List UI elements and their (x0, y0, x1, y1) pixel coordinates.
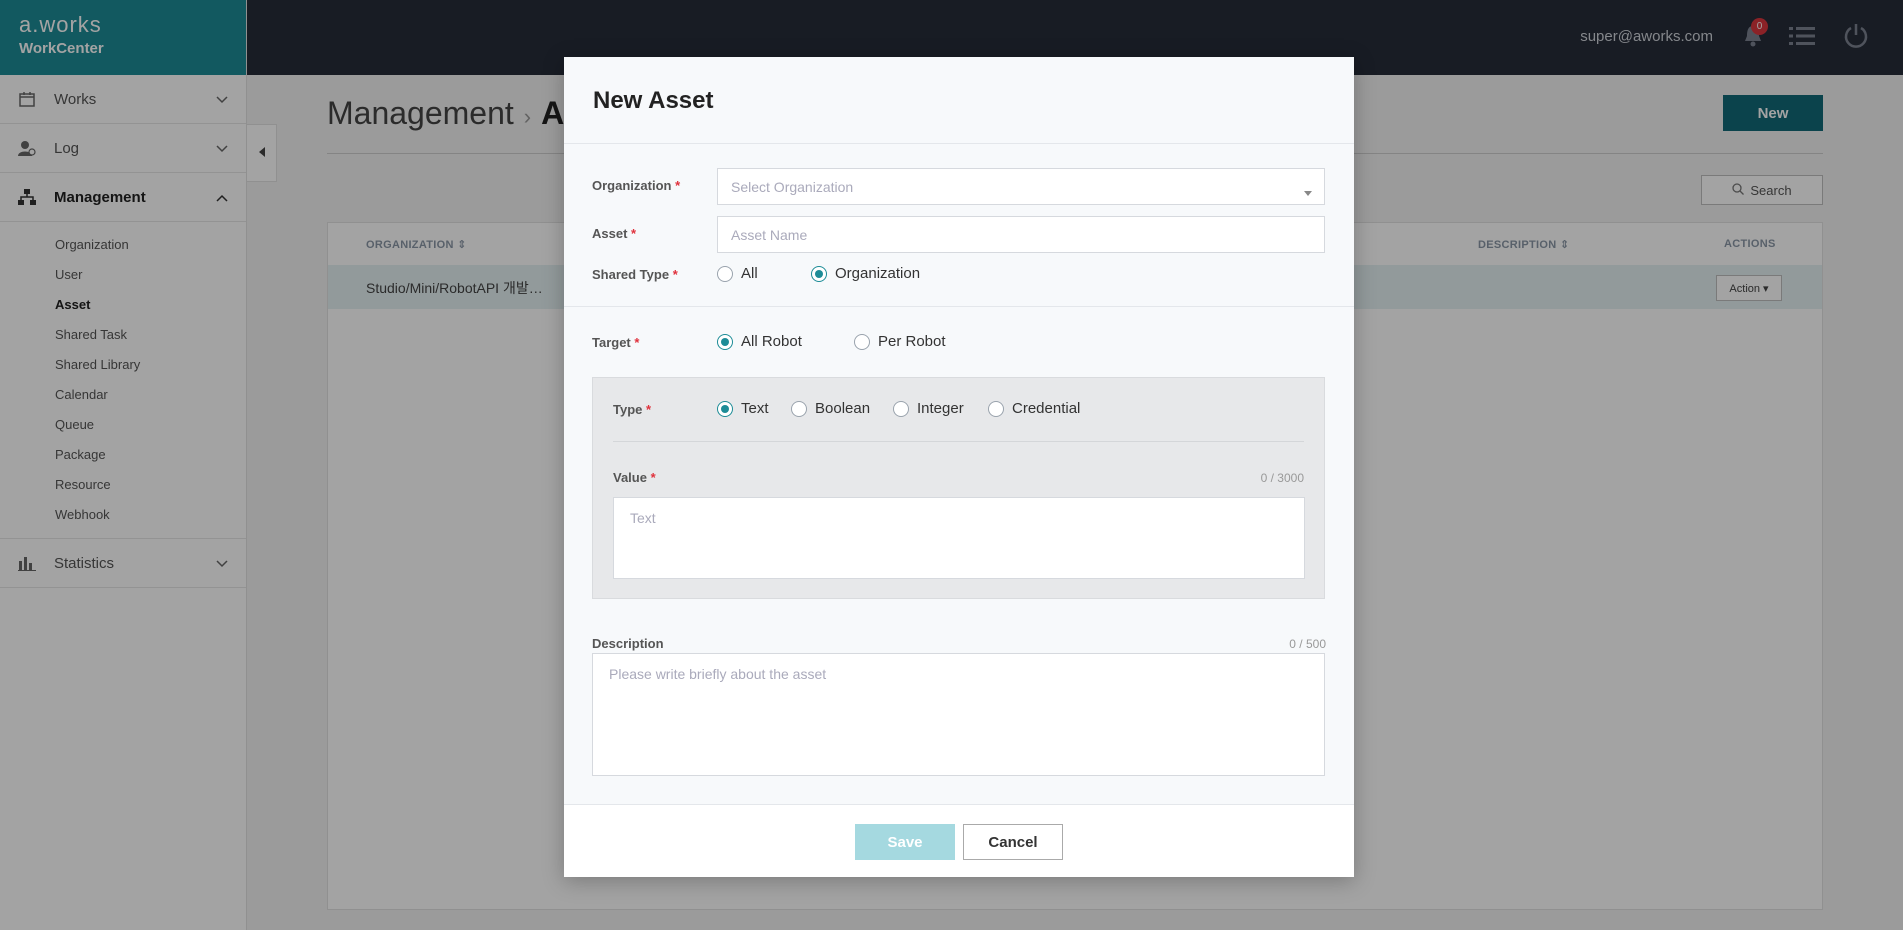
type-text-radio[interactable]: Text (717, 400, 769, 417)
shared-type-label: Shared Type * (592, 267, 678, 282)
radio-circle-selected (717, 333, 733, 350)
radio-circle (791, 400, 807, 417)
organization-label: Organization * (592, 178, 680, 193)
required-mark: * (650, 470, 656, 485)
modal-title: New Asset (593, 87, 714, 114)
radio-label: Text (741, 400, 769, 417)
basic-info-section: Organization * Select Organization Asset… (564, 144, 1354, 307)
asset-name-input[interactable]: Asset Name (717, 216, 1325, 253)
organization-select[interactable]: Select Organization (717, 168, 1325, 205)
radio-label: Per Robot (878, 333, 946, 350)
type-integer-radio[interactable]: Integer (893, 400, 964, 417)
description-label: Description (592, 636, 664, 651)
type-boolean-radio[interactable]: Boolean (791, 400, 870, 417)
save-button[interactable]: Save (855, 824, 955, 860)
radio-circle-selected (811, 265, 827, 282)
label-text: Organization (592, 178, 672, 193)
modal-footer: Save Cancel (564, 804, 1354, 877)
required-mark: * (634, 335, 640, 350)
value-char-counter: 0 / 3000 (1260, 471, 1304, 485)
radio-label: Credential (1012, 400, 1081, 417)
value-label: Value * (613, 470, 656, 485)
description-textarea[interactable]: Please write briefly about the asset (592, 653, 1325, 776)
target-all-robot-radio[interactable]: All Robot (717, 333, 802, 350)
organization-placeholder: Select Organization (731, 178, 854, 195)
new-asset-modal: New Asset Organization * Select Organiza… (564, 57, 1354, 877)
required-mark: * (672, 267, 678, 282)
asset-label: Asset * (592, 226, 636, 241)
label-text: Type (613, 402, 643, 417)
description-placeholder: Please write briefly about the asset (609, 666, 827, 682)
radio-circle (893, 400, 909, 417)
radio-circle (854, 333, 870, 350)
radio-circle (717, 265, 733, 282)
required-mark: * (646, 402, 652, 417)
label-text: Value (613, 470, 647, 485)
required-mark: * (631, 226, 637, 241)
target-label: Target * (592, 335, 639, 350)
type-value-panel: Type * Text Boolean Integer Credential V… (592, 377, 1325, 599)
asset-name-placeholder: Asset Name (731, 226, 808, 243)
radio-label: Boolean (815, 400, 871, 417)
type-label: Type * (613, 402, 651, 417)
radio-label: All (741, 265, 758, 282)
radio-circle (988, 400, 1004, 417)
radio-label: All Robot (741, 333, 802, 350)
required-mark: * (675, 178, 681, 193)
radio-circle-selected (717, 400, 733, 417)
label-text: Target (592, 335, 631, 350)
value-textarea[interactable]: Text (613, 497, 1305, 579)
cancel-button[interactable]: Cancel (963, 824, 1063, 860)
type-credential-radio[interactable]: Credential (988, 400, 1080, 417)
value-section: Target * All Robot Per Robot Type * Text… (564, 307, 1354, 807)
label-text: Asset (592, 226, 628, 241)
value-placeholder: Text (630, 510, 656, 526)
target-per-robot-radio[interactable]: Per Robot (854, 333, 946, 350)
label-text: Shared Type (592, 267, 670, 282)
panel-divider (613, 441, 1304, 442)
modal-header: New Asset (564, 57, 1354, 144)
description-char-counter: 0 / 500 (1289, 637, 1326, 651)
caret-down-icon (1304, 183, 1312, 199)
radio-label: Integer (917, 400, 964, 417)
radio-label: Organization (835, 265, 921, 282)
shared-type-all-radio[interactable]: All (717, 265, 758, 282)
shared-type-organization-radio[interactable]: Organization (811, 265, 920, 282)
